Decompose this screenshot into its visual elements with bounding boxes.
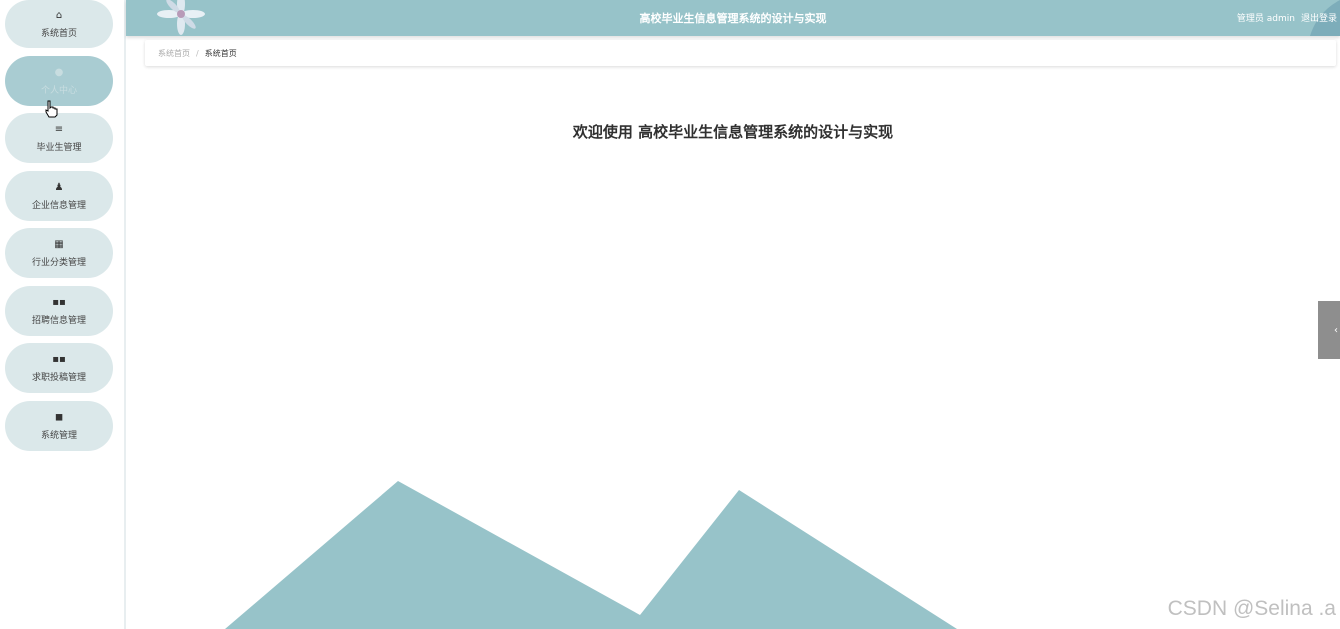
apps-icon: ▪▪ (52, 353, 66, 365)
list-icon: ≡ (54, 123, 64, 135)
sidebar-item-label: 企业信息管理 (31, 200, 86, 211)
sidebar-item-label: 求职投稿管理 (31, 372, 86, 383)
user-area: 管理员 admin 退出登录 (1237, 11, 1337, 24)
app-title: 高校毕业生信息管理系统的设计与实现 (639, 12, 827, 25)
breadcrumb-home-link[interactable]: 系统首页 (158, 48, 190, 59)
sidebar-item-label: 行业分类管理 (31, 257, 86, 268)
sidebar-item-job-applications[interactable]: ▪▪ 求职投稿管理 (5, 343, 113, 393)
sidebar-item-recruitment[interactable]: ▪▪ 招聘信息管理 (5, 286, 113, 336)
sidebar-item-home[interactable]: ⌂ 系统首页 (5, 0, 113, 48)
apps-icon: ▪▪ (52, 296, 66, 308)
mountain-background (225, 481, 957, 629)
sidebar: ⌂ 系统首页 ● 个人中心 ≡ 毕业生管理 ♟ 企业信息管理 ▦ 行业分类管理 … (0, 0, 126, 629)
user-icon: ♟ (54, 181, 64, 193)
sidebar-item-personal-center[interactable]: ● 个人中心 (5, 56, 113, 106)
breadcrumb: 系统首页 / 系统首页 (145, 40, 1336, 66)
sidebar-item-company-info[interactable]: ♟ 企业信息管理 (5, 171, 113, 221)
sidebar-item-label: 系统管理 (40, 430, 77, 441)
sidebar-item-label: 毕业生管理 (36, 142, 82, 153)
sidebar-item-label: 个人中心 (40, 85, 77, 96)
admin-user-label: 管理员 admin (1236, 14, 1295, 24)
watermark: CSDN @Selina .a (1167, 597, 1336, 620)
person-icon: ● (54, 66, 64, 78)
hand-cursor-icon (45, 100, 58, 118)
chart-icon: ◼ (54, 411, 64, 423)
side-panel-toggle[interactable]: ‹ (1318, 301, 1340, 359)
logout-link[interactable]: 退出登录 (1301, 11, 1337, 24)
chevron-left-icon: ‹ (1334, 325, 1338, 336)
sidebar-item-graduates[interactable]: ≡ 毕业生管理 (5, 113, 113, 163)
sidebar-item-industry-category[interactable]: ▦ 行业分类管理 (5, 228, 113, 278)
home-icon: ⌂ (55, 9, 63, 21)
breadcrumb-current: 系统首页 (204, 48, 237, 58)
sidebar-item-label: 系统首页 (40, 28, 77, 39)
sidebar-item-label: 招聘信息管理 (31, 315, 86, 326)
top-header: 高校毕业生信息管理系统的设计与实现 管理员 admin 退出登录 (126, 0, 1340, 36)
sidebar-item-system[interactable]: ◼ 系统管理 (5, 401, 113, 451)
welcome-heading: 欢迎使用 高校毕业生信息管理系统的设计与实现 (572, 123, 894, 141)
breadcrumb-separator: / (196, 48, 199, 58)
grid-icon: ▦ (54, 238, 64, 250)
